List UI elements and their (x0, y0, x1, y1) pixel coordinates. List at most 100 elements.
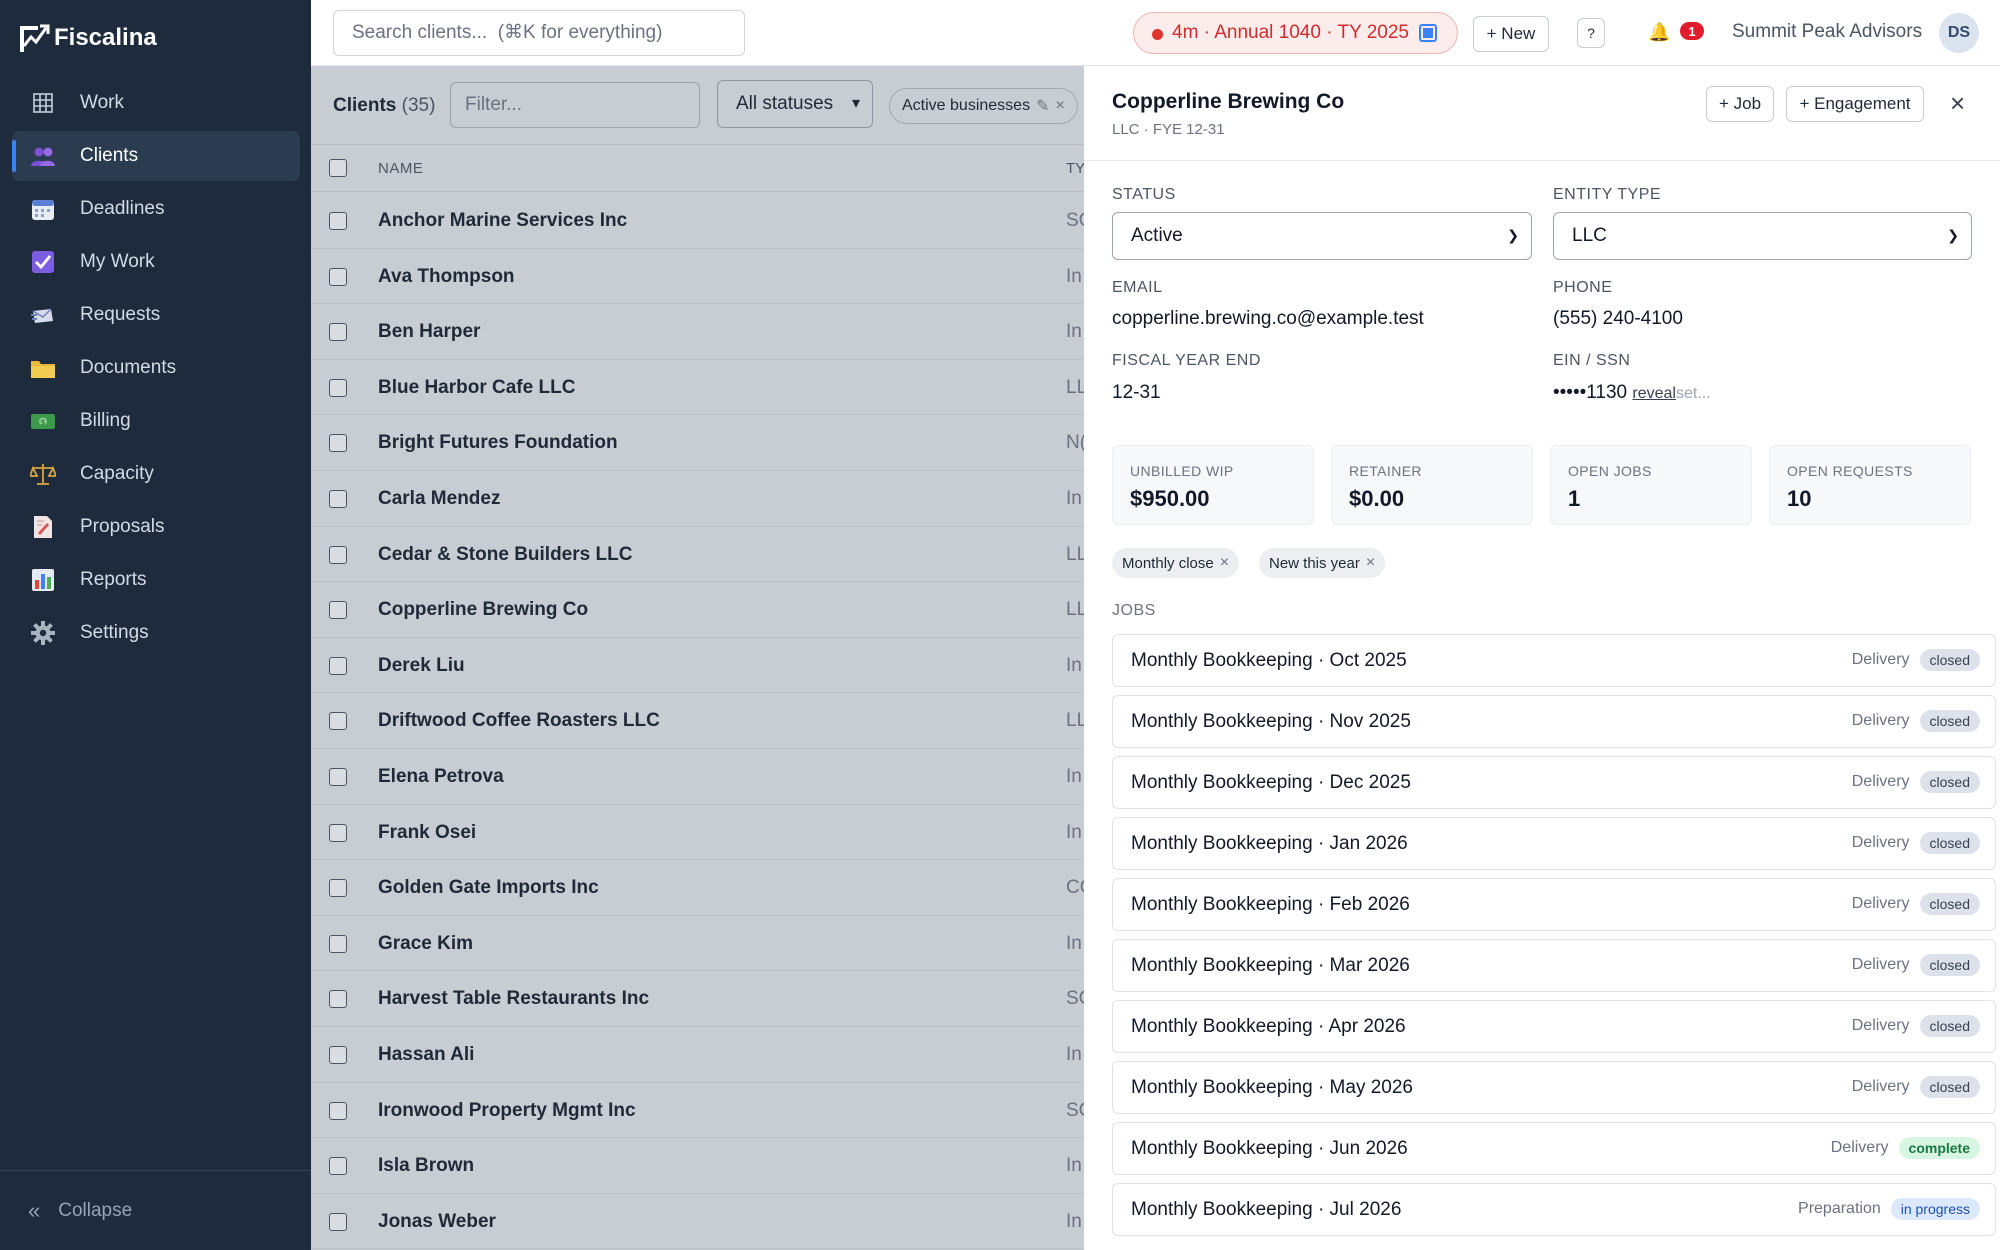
row-checkbox[interactable] (329, 1212, 347, 1231)
row-checkbox[interactable] (329, 434, 347, 453)
add-job-button[interactable]: + Job (1706, 86, 1774, 122)
client-name-cell[interactable]: Golden Gate Imports Inc (378, 877, 599, 899)
new-button[interactable]: + New (1473, 16, 1549, 52)
client-name-cell[interactable]: Bright Futures Foundation (378, 432, 618, 454)
sidebar-item-my-work[interactable]: My Work (12, 237, 300, 287)
table-row[interactable]: Carla Mendez In (311, 471, 1084, 527)
app-logo[interactable]: Fiscalina (16, 20, 157, 56)
table-row[interactable]: Derek Liu In (311, 638, 1084, 694)
sidebar-item-documents[interactable]: Documents (12, 343, 300, 393)
pencil-icon[interactable]: ✎ (1036, 96, 1049, 116)
table-row[interactable]: Golden Gate Imports Inc CC (311, 860, 1084, 916)
client-name-cell[interactable]: Blue Harbor Cafe LLC (378, 377, 575, 399)
row-checkbox[interactable] (329, 489, 347, 508)
select-all-checkbox[interactable] (329, 159, 347, 177)
client-name-cell[interactable]: Copperline Brewing Co (378, 599, 588, 621)
job-row[interactable]: Monthly Bookkeeping · Oct 2025 Delivery cl… (1112, 634, 1996, 687)
table-row[interactable]: Bright Futures Foundation N( (311, 415, 1084, 471)
table-row[interactable]: Isla Brown In (311, 1138, 1084, 1194)
email-value[interactable]: copperline.brewing.co@example.test (1112, 308, 1424, 330)
remove-tag-icon[interactable]: × (1366, 554, 1375, 572)
row-checkbox[interactable] (329, 378, 347, 397)
table-row[interactable]: Ava Thompson In (311, 249, 1084, 305)
entity-type-select[interactable]: LLC ❯ (1553, 212, 1972, 260)
job-row[interactable]: Monthly Bookkeeping · Dec 2025 Delivery cl… (1112, 756, 1996, 809)
collapse-button[interactable]: « Collapse (0, 1170, 311, 1250)
table-row[interactable]: Harvest Table Restaurants Inc SC (311, 971, 1084, 1027)
sidebar-item-work[interactable]: Work (12, 78, 300, 128)
job-row[interactable]: Monthly Bookkeeping · Mar 2026 Delivery cl… (1112, 939, 1996, 992)
table-row[interactable]: Hassan Ali In (311, 1027, 1084, 1083)
sidebar-item-reports[interactable]: Reports (12, 555, 300, 605)
client-name-cell[interactable]: Ava Thompson (378, 266, 515, 288)
row-checkbox[interactable] (329, 212, 347, 230)
close-panel-icon[interactable]: × (1950, 90, 1965, 116)
table-row[interactable]: Grace Kim In (311, 916, 1084, 972)
client-name-cell[interactable]: Elena Petrova (378, 766, 504, 788)
row-checkbox[interactable] (329, 934, 347, 953)
row-checkbox[interactable] (329, 823, 347, 842)
row-checkbox[interactable] (329, 990, 347, 1009)
column-header-name[interactable]: NAME (378, 160, 423, 177)
table-row[interactable]: Ironwood Property Mgmt Inc SC (311, 1083, 1084, 1139)
saved-filter-chip[interactable]: Active businesses ✎ × (889, 88, 1078, 124)
status-select[interactable]: Active ❯ (1112, 212, 1532, 260)
job-row[interactable]: Monthly Bookkeeping · May 2026 Delivery cl… (1112, 1061, 1996, 1114)
client-name-cell[interactable]: Frank Osei (378, 822, 476, 844)
sidebar-item-clients[interactable]: Clients (12, 131, 300, 181)
close-icon[interactable]: × (1055, 97, 1064, 115)
table-row[interactable]: Cedar & Stone Builders LLC LL (311, 527, 1084, 583)
table-row[interactable]: Anchor Marine Services Inc SC (311, 193, 1084, 249)
client-name-cell[interactable]: Harvest Table Restaurants Inc (378, 988, 649, 1010)
phone-value[interactable]: (555) 240-4100 (1553, 308, 1683, 330)
row-checkbox[interactable] (329, 601, 347, 620)
table-row[interactable]: Driftwood Coffee Roasters LLC LL (311, 693, 1084, 749)
row-checkbox[interactable] (329, 712, 347, 731)
row-checkbox[interactable] (329, 879, 347, 898)
global-search-input[interactable] (333, 10, 745, 56)
row-checkbox[interactable] (329, 767, 347, 786)
client-name-cell[interactable]: Jonas Weber (378, 1211, 496, 1233)
active-timer[interactable]: 4m · Annual 1040 · TY 2025 (1133, 12, 1458, 54)
filter-input[interactable] (450, 82, 700, 128)
row-checkbox[interactable] (329, 323, 347, 342)
help-button[interactable]: ? (1577, 18, 1605, 48)
stop-timer-icon[interactable] (1418, 24, 1437, 42)
client-name-cell[interactable]: Isla Brown (378, 1155, 474, 1177)
firm-name[interactable]: Summit Peak Advisors (1732, 21, 1922, 43)
sidebar-item-billing[interactable]: $ Billing (12, 396, 300, 446)
bell-icon[interactable]: 🔔 (1648, 22, 1670, 43)
row-checkbox[interactable] (329, 267, 347, 286)
client-name-cell[interactable]: Ben Harper (378, 321, 480, 343)
client-name-cell[interactable]: Grace Kim (378, 933, 473, 955)
fiscal-year-end-value[interactable]: 12-31 (1112, 382, 1161, 404)
table-row[interactable]: Ben Harper In (311, 304, 1084, 360)
client-name-cell[interactable]: Carla Mendez (378, 488, 500, 510)
job-row[interactable]: Monthly Bookkeeping · Feb 2026 Delivery cl… (1112, 878, 1996, 931)
client-name-cell[interactable]: Ironwood Property Mgmt Inc (378, 1100, 636, 1122)
row-checkbox[interactable] (329, 1101, 347, 1120)
table-row[interactable]: Blue Harbor Cafe LLC LL (311, 360, 1084, 416)
job-row[interactable]: Monthly Bookkeeping · Jul 2026 Preparatio… (1112, 1183, 1996, 1236)
client-name-cell[interactable]: Driftwood Coffee Roasters LLC (378, 710, 660, 732)
client-name-cell[interactable]: Derek Liu (378, 655, 465, 677)
sidebar-item-deadlines[interactable]: Deadlines (12, 184, 300, 234)
table-row[interactable]: Jonas Weber In (311, 1194, 1084, 1250)
remove-tag-icon[interactable]: × (1220, 554, 1229, 572)
client-name-cell[interactable]: Anchor Marine Services Inc (378, 210, 627, 232)
user-avatar[interactable]: DS (1939, 13, 1979, 53)
row-checkbox[interactable] (329, 1157, 347, 1176)
job-row[interactable]: Monthly Bookkeeping · Jan 2026 Delivery cl… (1112, 817, 1996, 870)
job-row[interactable]: Monthly Bookkeeping · Apr 2026 Delivery cl… (1112, 1000, 1996, 1053)
row-checkbox[interactable] (329, 545, 347, 564)
row-checkbox[interactable] (329, 656, 347, 675)
column-header-type[interactable]: TY (1066, 160, 1084, 177)
table-row[interactable]: Frank Osei In (311, 805, 1084, 861)
row-checkbox[interactable] (329, 1045, 347, 1064)
sidebar-item-requests[interactable]: Requests (12, 290, 300, 340)
table-row[interactable]: Copperline Brewing Co LL (311, 582, 1084, 638)
reveal-link[interactable]: reveal (1632, 385, 1676, 402)
job-row[interactable]: Monthly Bookkeeping · Nov 2025 Delivery cl… (1112, 695, 1996, 748)
sidebar-item-proposals[interactable]: Proposals (12, 502, 300, 552)
set-link[interactable]: set... (1676, 385, 1711, 402)
